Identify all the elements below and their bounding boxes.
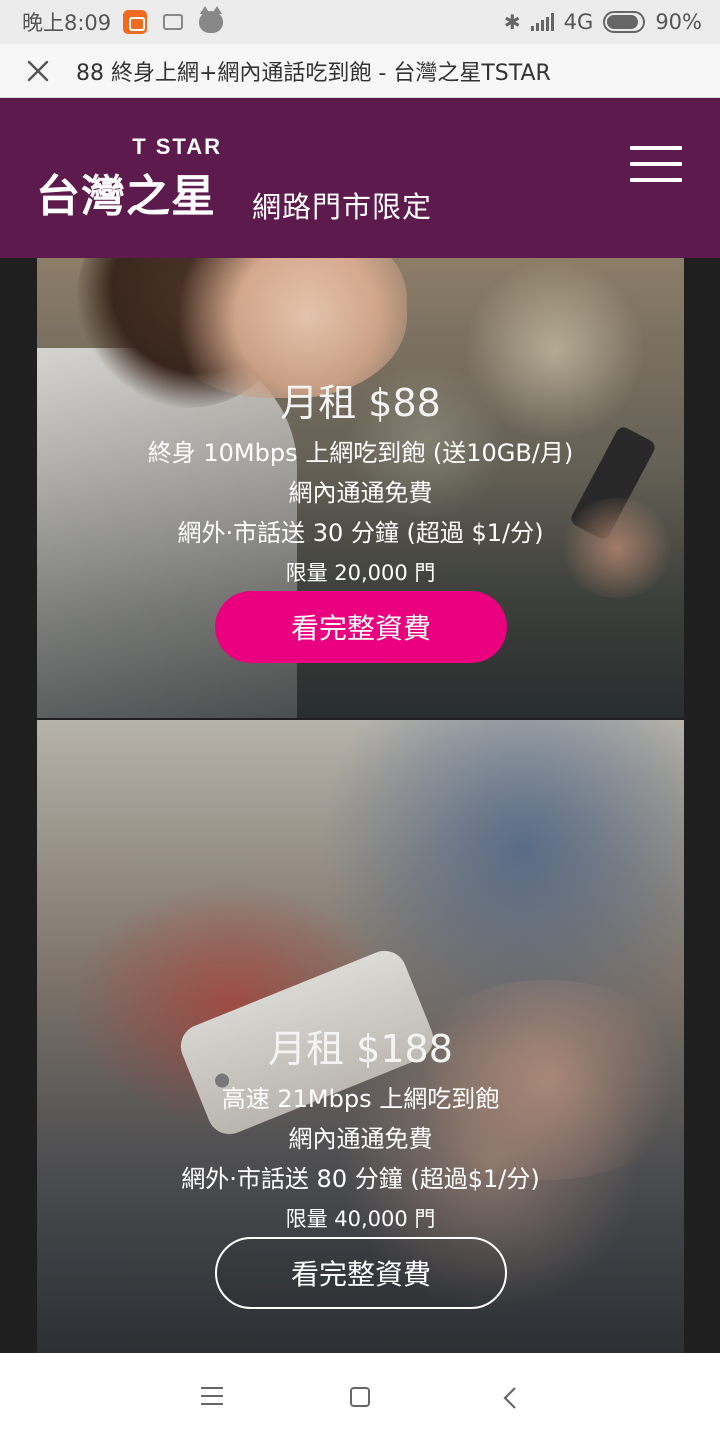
page-title: 88 終身上網+網內通話吃到飽 - 台灣之星TSTAR bbox=[76, 60, 551, 86]
recent-apps-icon[interactable] bbox=[201, 1386, 223, 1406]
logo-latin-text: T STAR bbox=[132, 134, 222, 159]
bluetooth-icon: ✱ bbox=[503, 10, 521, 34]
signal-icon bbox=[530, 13, 554, 31]
plan-card-188: 月租 $188 高速 21Mbps 上網吃到飽 網內通通免費 網外·市話送 80… bbox=[37, 720, 684, 1353]
plan-offnet-line: 網外·市話送 30 分鐘 (超過 $1/分) bbox=[177, 519, 544, 547]
status-indicators: ✱ 4G 90% bbox=[504, 10, 702, 34]
tstar-logo[interactable]: T STAR 台灣之星 bbox=[36, 134, 226, 222]
message-notification-icon bbox=[163, 14, 184, 30]
network-type: 4G bbox=[563, 10, 594, 34]
plan-onnet-line: 網內通通免費 bbox=[288, 479, 433, 507]
back-icon[interactable] bbox=[500, 1387, 522, 1409]
view-full-rates-button-188[interactable]: 看完整資費 bbox=[215, 1237, 507, 1309]
plan-price: 月租 $188 bbox=[268, 1027, 453, 1071]
site-header: T STAR 台灣之星 網路門市限定 bbox=[0, 98, 720, 258]
plan-limit: 限量 20,000 門 bbox=[285, 561, 436, 585]
plan-card-88: 月租 $88 終身 10Mbps 上網吃到飽 (送10GB/月) 網內通通免費 … bbox=[37, 258, 684, 718]
system-navigation-bar bbox=[0, 1353, 720, 1440]
battery-icon bbox=[603, 11, 646, 33]
plan-onnet-line: 網內通通免費 bbox=[288, 1125, 433, 1153]
plan-data-line: 高速 21Mbps 上網吃到飽 bbox=[221, 1085, 500, 1113]
browser-title-bar: 88 終身上網+網內通話吃到飽 - 台灣之星TSTAR bbox=[0, 44, 720, 98]
header-subtitle: 網路門市限定 bbox=[252, 190, 433, 224]
home-icon[interactable] bbox=[350, 1387, 370, 1407]
plan-data-line: 終身 10Mbps 上網吃到飽 (送10GB/月) bbox=[147, 439, 574, 467]
battery-percent: 90% bbox=[655, 10, 702, 34]
logo-chinese-text: 台灣之星 bbox=[36, 171, 216, 222]
status-time: 晚上8:09 bbox=[22, 11, 112, 35]
plan-limit: 限量 40,000 門 bbox=[285, 1207, 436, 1231]
close-icon[interactable] bbox=[0, 44, 76, 98]
view-full-rates-button-88[interactable]: 看完整資費 bbox=[215, 591, 507, 663]
status-bar: 晚上8:09 ✱ 4G 90% bbox=[0, 0, 720, 44]
cat-notification-icon bbox=[199, 6, 224, 33]
plan-price: 月租 $88 bbox=[280, 381, 441, 425]
plan-info: 月租 $188 高速 21Mbps 上網吃到飽 網內通通免費 網外·市話送 80… bbox=[37, 1018, 684, 1233]
plan-offnet-line: 網外·市話送 80 分鐘 (超過$1/分) bbox=[181, 1165, 540, 1193]
hamburger-menu-icon[interactable] bbox=[630, 146, 682, 182]
plan-list: 月租 $88 終身 10Mbps 上網吃到飽 (送10GB/月) 網內通通免費 … bbox=[0, 258, 720, 1353]
app-notification-icon bbox=[123, 10, 148, 34]
plan-info: 月租 $88 終身 10Mbps 上網吃到飽 (送10GB/月) 網內通通免費 … bbox=[37, 372, 684, 587]
